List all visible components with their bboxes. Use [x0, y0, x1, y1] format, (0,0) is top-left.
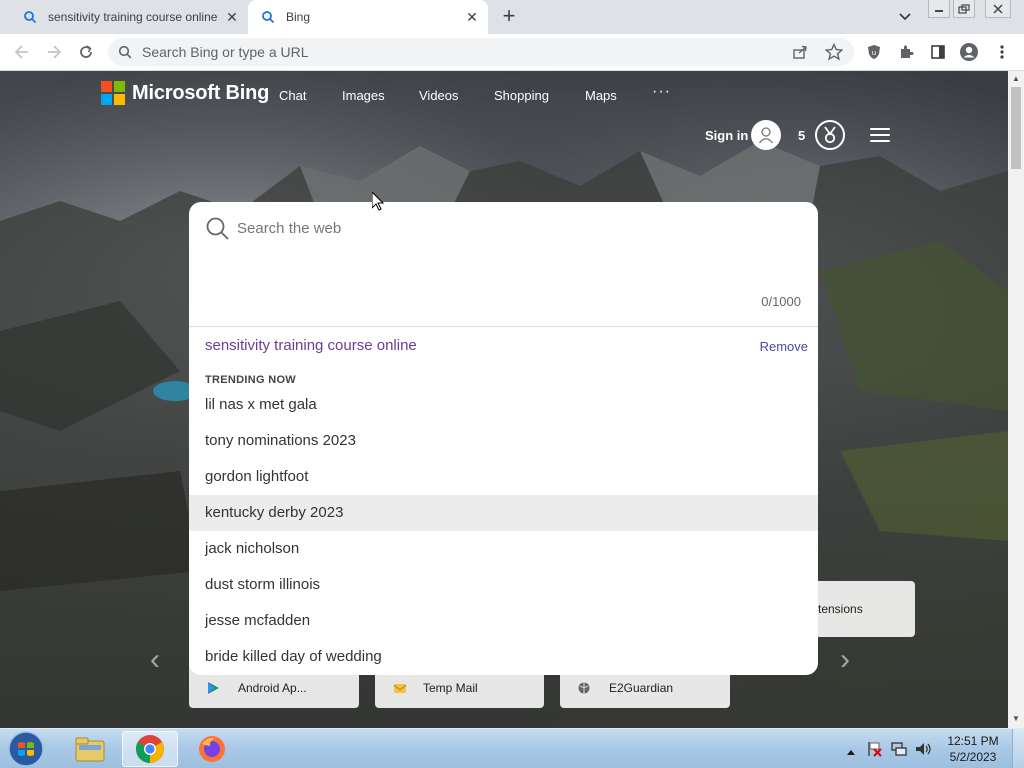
- tray-expand-arrow-icon[interactable]: [846, 743, 856, 761]
- scrollbar-thumb[interactable]: [1011, 87, 1021, 169]
- tab-strip: sensitivity training course online ✕ Bin…: [0, 0, 1024, 34]
- suggestion-item[interactable]: gordon lightfoot: [189, 459, 818, 495]
- windows-taskbar: 12:51 PM 5/2/2023: [0, 728, 1024, 768]
- tab-close-icon[interactable]: ✕: [464, 9, 480, 25]
- address-input[interactable]: [142, 43, 782, 61]
- rewards-medal-icon[interactable]: [815, 120, 845, 150]
- char-counter: 0/1000: [761, 294, 801, 309]
- close-window-icon[interactable]: [985, 0, 1011, 18]
- nav-chat[interactable]: Chat: [279, 88, 306, 103]
- reload-icon[interactable]: [76, 42, 96, 62]
- search-input[interactable]: [237, 217, 797, 239]
- tab-sensitivity-training[interactable]: sensitivity training course online ✕: [10, 0, 248, 34]
- tab-bing[interactable]: Bing ✕: [248, 0, 488, 34]
- suggestion-item[interactable]: jesse mcfadden: [189, 603, 818, 639]
- shield-extension-icon[interactable]: u: [864, 42, 884, 62]
- browser-toolbar: u: [0, 34, 1024, 71]
- suggestion-item[interactable]: jack nicholson: [189, 531, 818, 567]
- nav-videos[interactable]: Videos: [419, 88, 459, 103]
- tab-title: Bing: [286, 10, 311, 24]
- tile-label: Temp Mail: [423, 681, 478, 695]
- windows-start-icon[interactable]: [6, 730, 46, 768]
- file-explorer-icon[interactable]: [62, 731, 118, 767]
- system-clock[interactable]: 12:51 PM 5/2/2023: [940, 733, 1006, 765]
- network-icon[interactable]: [890, 741, 908, 762]
- user-avatar-icon[interactable]: [751, 120, 781, 150]
- page-scrollbar[interactable]: ▲ ▼: [1008, 71, 1024, 728]
- bing-homepage: Microsoft Bing Chat Images Videos Shoppi…: [0, 71, 1008, 728]
- microsoft-logo-icon: [101, 81, 125, 105]
- clock-date: 5/2/2023: [949, 750, 997, 764]
- search-favicon-icon: [260, 9, 276, 25]
- firefox-icon[interactable]: [184, 731, 240, 767]
- logo-text: Microsoft Bing: [132, 81, 270, 104]
- chrome-icon[interactable]: [122, 731, 178, 767]
- recent-search-item[interactable]: sensitivity training course online: [205, 337, 417, 354]
- new-tab-plus-icon[interactable]: +: [498, 5, 520, 28]
- rewards-points[interactable]: 5: [798, 128, 805, 143]
- search-box-panel: 0/1000 sensitivity training course onlin…: [189, 202, 818, 675]
- mail-icon: [393, 681, 407, 695]
- trending-header: TRENDING NOW: [205, 374, 296, 386]
- suggestion-item[interactable]: bride killed day of wedding: [189, 639, 818, 675]
- tile-label: E2Guardian: [609, 681, 674, 695]
- bing-logo[interactable]: Microsoft Bing: [101, 81, 269, 105]
- scroll-up-arrow-icon[interactable]: ▲: [1012, 75, 1020, 83]
- divider: [189, 326, 818, 327]
- nav-maps[interactable]: Maps: [585, 88, 617, 103]
- remove-recent-link[interactable]: Remove: [760, 339, 808, 354]
- suggestion-item-highlighted[interactable]: kentucky derby 2023: [189, 495, 818, 531]
- tab-close-icon[interactable]: ✕: [224, 9, 240, 25]
- show-desktop-button[interactable]: [1012, 729, 1024, 768]
- clock-time: 12:51 PM: [947, 734, 999, 748]
- action-center-flag-icon[interactable]: [866, 741, 882, 762]
- carousel-prev-chevron-icon[interactable]: ‹: [150, 643, 160, 677]
- address-bar[interactable]: [108, 38, 854, 66]
- nav-images[interactable]: Images: [342, 88, 385, 103]
- side-panel-icon[interactable]: [928, 42, 948, 62]
- bookmark-star-icon[interactable]: [824, 42, 844, 66]
- suggestion-item[interactable]: dust storm illinois: [189, 567, 818, 603]
- suggestion-item[interactable]: tony nominations 2023: [189, 423, 818, 459]
- volume-speaker-icon[interactable]: [914, 741, 932, 762]
- profile-icon[interactable]: [959, 42, 979, 62]
- minimize-window-icon[interactable]: [928, 0, 950, 18]
- svg-text:u: u: [872, 49, 876, 57]
- forward-arrow-icon[interactable]: [44, 42, 64, 62]
- scroll-down-arrow-icon[interactable]: ▼: [1012, 715, 1020, 723]
- play-store-icon: [206, 681, 220, 695]
- search-favicon-icon: [22, 9, 38, 25]
- tile-label: Android Ap...: [238, 681, 307, 695]
- globe-icon: [577, 681, 591, 695]
- screen: sensitivity training course online ✕ Bin…: [0, 0, 1024, 768]
- hamburger-menu-icon[interactable]: [870, 128, 890, 142]
- search-icon: [205, 216, 231, 247]
- nav-more-icon[interactable]: ···: [652, 83, 671, 101]
- suggestion-item[interactable]: lil nas x met gala: [189, 387, 818, 423]
- carousel-next-chevron-icon[interactable]: ›: [840, 643, 850, 677]
- back-arrow-icon[interactable]: [12, 42, 32, 62]
- tab-title: sensitivity training course online: [48, 10, 218, 24]
- sign-in-link[interactable]: Sign in: [705, 128, 748, 143]
- share-icon[interactable]: [792, 44, 808, 65]
- mouse-cursor-icon: [372, 192, 384, 211]
- restore-window-icon[interactable]: [953, 0, 975, 18]
- tile-label: tensions: [818, 602, 863, 616]
- menu-kebab-icon[interactable]: [992, 42, 1012, 62]
- search-icon: [118, 45, 132, 64]
- tab-search-chevron-icon[interactable]: [896, 8, 914, 26]
- nav-shopping[interactable]: Shopping: [494, 88, 549, 103]
- extensions-puzzle-icon[interactable]: [896, 42, 916, 62]
